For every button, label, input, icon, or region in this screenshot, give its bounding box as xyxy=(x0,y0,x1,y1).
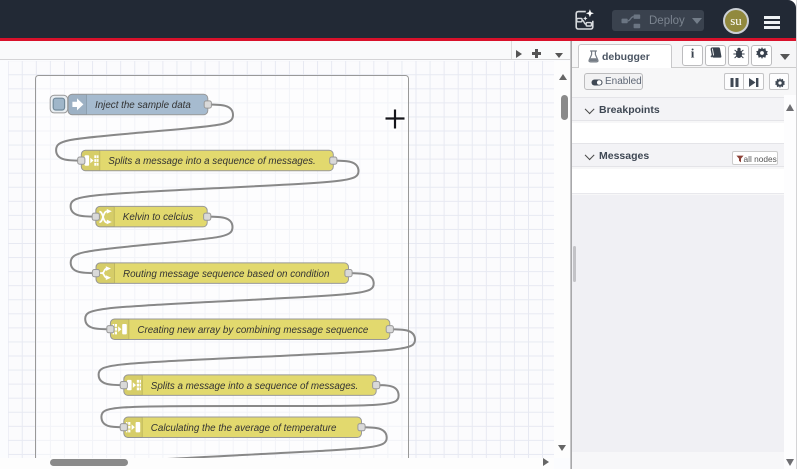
svg-text:Creating new array by combinin: Creating new array by combining message … xyxy=(137,325,368,336)
svg-text:Calculating the the average of: Calculating the the average of temperatu… xyxy=(151,423,337,434)
svg-text:Kelvin to celcius: Kelvin to celcius xyxy=(123,212,193,223)
svg-text:i: i xyxy=(691,46,695,60)
svg-text:Splits a message into a sequen: Splits a message into a sequence of mess… xyxy=(151,381,358,392)
svg-text:Splits a message into a sequen: Splits a message into a sequence of mess… xyxy=(108,156,315,167)
svg-text:Routing message sequence based: Routing message sequence based on condit… xyxy=(123,269,329,280)
svg-text:Inject the sample data: Inject the sample data xyxy=(95,100,191,111)
